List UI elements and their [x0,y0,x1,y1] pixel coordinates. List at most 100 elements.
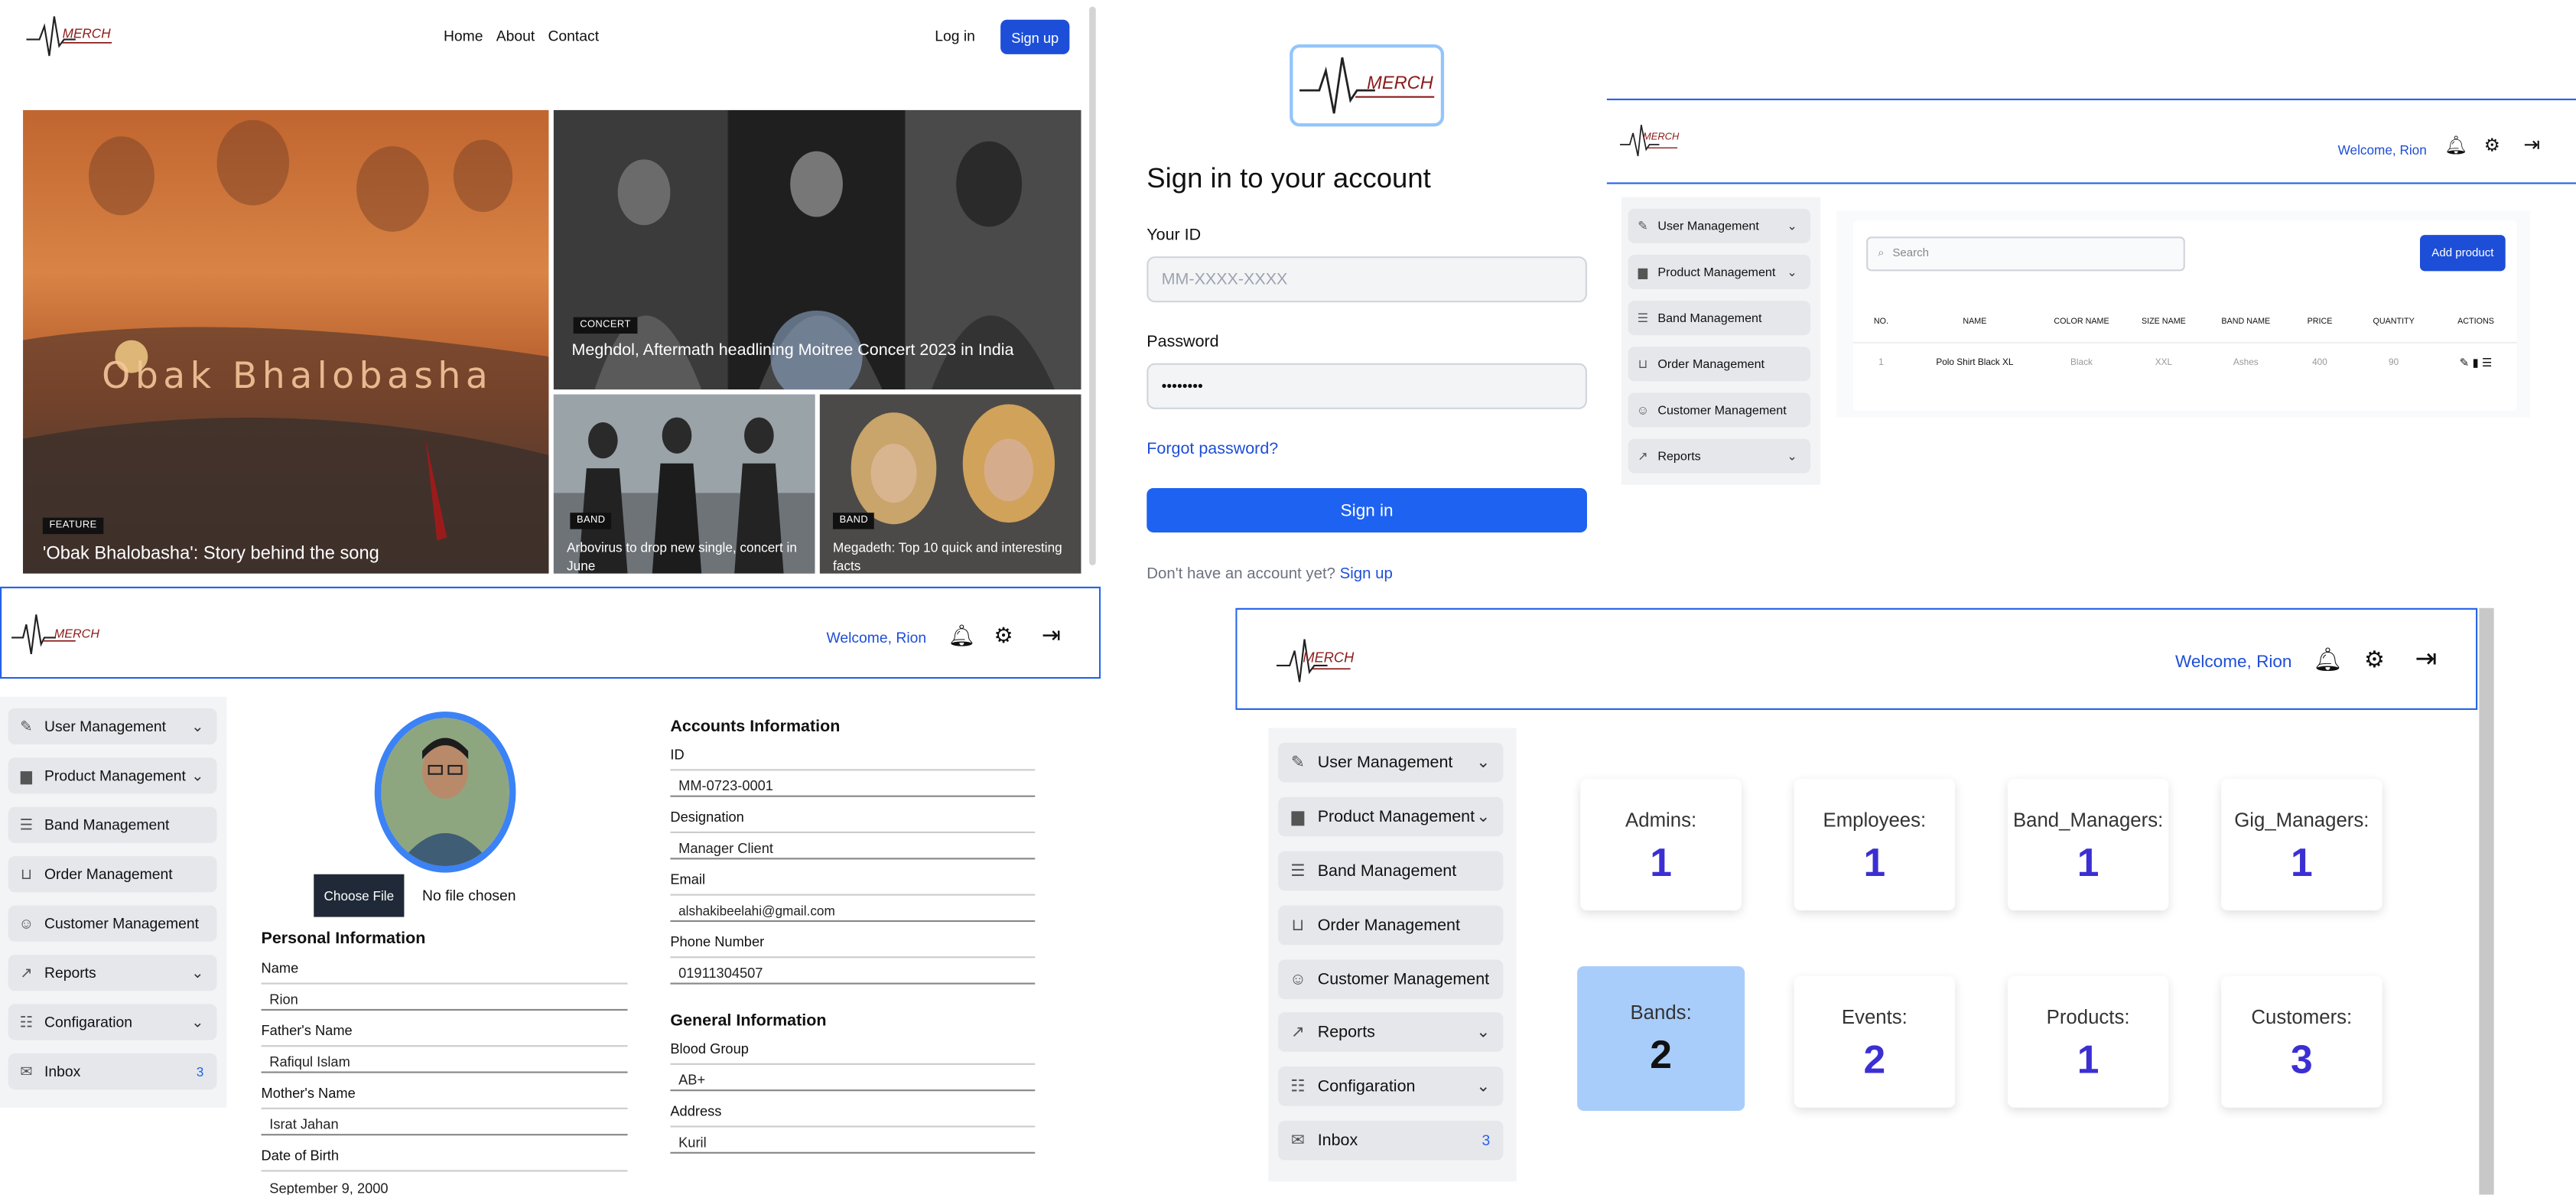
concert-tile[interactable]: CONCERT Meghdol, Aftermath headlining Mo… [553,109,1081,390]
id-input[interactable]: MM-XXXX-XXXX [1147,256,1587,303]
band-tile-arbovirus[interactable]: BAND Arbovirus to drop new single, conce… [553,394,815,574]
phone-field[interactable]: 01911304507 [670,956,1036,985]
user-settings-icon[interactable]: ⚙︎ [994,623,1013,649]
sidebar-item-user-management[interactable]: ✎ User Management ⌄ [1278,742,1504,783]
dashboard-scrollbar[interactable] [2479,607,2494,1195]
signin-button[interactable]: Sign in [1147,487,1587,532]
stat-value: 1 [1863,841,1886,886]
sidebar-item-customer-management[interactable]: ☺ Customer Management [1628,392,1811,428]
sidebar-item-label: Customer Management [1657,402,1787,418]
news-scrollbar[interactable] [1089,6,1096,565]
user-settings-icon[interactable]: ⚙︎ [2484,135,2500,156]
sidebar-item-configaration[interactable]: ☷ Configaration ⌄ [1278,1066,1504,1106]
sidebar-item-label: User Management [1317,753,1453,772]
edit-icon[interactable]: ✎ [2460,359,2470,370]
sidebar-item-configaration[interactable]: ☷ Configaration ⌄ [8,1004,217,1040]
forgot-password-link[interactable]: Forgot password? [1147,441,1278,459]
sidebar-item-order-management[interactable]: ⊔ Order Management [1278,905,1504,946]
sidebar-item-band-management[interactable]: ☰ Band Management [1628,301,1811,336]
concert-tag: CONCERT [573,317,638,334]
table-row[interactable]: 1 Polo Shirt Black XL Black XXL Ashes 40… [1852,341,2517,385]
id-field[interactable]: MM-0723-0001 [670,769,1036,797]
stat-label: Events: [1841,1005,1908,1029]
no-account-text: Don't have an account yet? [1147,565,1335,584]
sidebar-item-reports[interactable]: ↗ Reports ⌄ [1628,438,1811,474]
delete-icon[interactable]: ▮ [2472,359,2478,370]
details-icon[interactable]: ☰ [2482,359,2492,370]
logout-icon[interactable]: ⇥ [2415,643,2438,676]
sidebar: ✎ User Management ⌄ ▆ Product Management ⌄ ☰… [1268,728,1517,1182]
sidebar-item-order-management[interactable]: ⊔ Order Management [8,856,217,893]
product-management-panel: MERCH Welcome, Rion 🔔︎ ⚙︎ ⇥ ✎ User Manage… [1606,92,2576,503]
sidebar-item-customer-management[interactable]: ☺ Customer Management [1278,959,1504,999]
sidebar-item-band-management[interactable]: ☰ Band Management [1278,851,1504,891]
sidebar-item-reports[interactable]: ↗ Reports ⌄ [1278,1012,1504,1052]
no-file-text: No file chosen [422,887,516,904]
concert-caption[interactable]: Meghdol, Aftermath headlining Moitree Co… [572,342,1014,362]
list-icon: ☰ [19,816,34,832]
stat-value: 1 [2077,841,2100,886]
name-field[interactable]: Rion [261,982,628,1011]
sidebar-item-label: Customer Management [1317,970,1490,989]
products-header: MERCH Welcome, Rion 🔔︎ ⚙︎ ⇥ [1606,98,2576,184]
dob-field[interactable]: September 9, 2000 [261,1170,628,1195]
sidebar-item-reports[interactable]: ↗ Reports ⌄ [8,954,217,991]
chevron-down-icon: ⌄ [1476,807,1491,826]
choose-file-button[interactable]: Choose File [314,874,405,917]
nav-home[interactable]: Home [444,28,483,44]
signup-link[interactable]: Sign up [1340,565,1393,584]
sidebar-item-user-management[interactable]: ✎ User Management ⌄ [8,708,217,745]
user-edit-icon: ✎ [20,717,33,734]
notification-bell-icon[interactable]: 🔔︎ [2444,135,2467,156]
band-tile-megadeth[interactable]: BAND Megadeth: Top 10 quick and interest… [819,394,1081,574]
sidebar-item-inbox[interactable]: ✉ Inbox 3 [1278,1120,1504,1161]
megadeth-caption[interactable]: Megadeth: Top 10 quick and interesting f… [833,539,1076,574]
sidebar-item-inbox[interactable]: ✉ Inbox 3 [8,1053,217,1090]
arbovirus-caption[interactable]: Arbovirus to drop new single, concert in… [567,539,810,574]
stat-card-band-managers[interactable]: Band_Managers: 1 [2007,779,2169,910]
sidebar-item-product-management[interactable]: ▆ Product Management ⌄ [1628,254,1811,290]
stat-card-admins[interactable]: Admins: 1 [1580,779,1742,910]
sidebar-item-user-management[interactable]: ✎ User Management ⌄ [1628,208,1811,243]
cell-name: Polo Shirt Black XL [1936,358,2014,369]
stat-card-gig-managers[interactable]: Gig_Managers: 1 [2221,779,2382,910]
stat-value: 1 [2290,841,2313,886]
blood-group-field[interactable]: AB+ [670,1063,1036,1092]
mother-name-field[interactable]: Israt Jahan [261,1107,628,1136]
user-settings-icon[interactable]: ⚙︎ [2364,646,2385,674]
logout-icon[interactable]: ⇥ [2523,133,2540,156]
logo-text: MERCH [1643,132,1680,143]
sidebar-item-band-management[interactable]: ☰ Band Management [8,806,217,843]
sidebar-item-product-management[interactable]: ▆ Product Management ⌄ [1278,796,1504,837]
feature-caption[interactable]: 'Obak Bhalobasha': Story behind the song [43,544,379,564]
users-icon: ☺ [1289,970,1306,989]
father-name-field[interactable]: Rafiqul Islam [261,1045,628,1073]
stat-card-employees[interactable]: Employees: 1 [1794,779,1956,910]
designation-field[interactable]: Manager Client [670,831,1036,860]
notification-bell-icon[interactable]: 🔔︎ [2313,646,2342,674]
stat-card-events[interactable]: Events: 2 [1794,975,1956,1108]
notification-bell-icon[interactable]: 🔔︎ [948,623,974,649]
feature-tag: FEATURE [42,517,104,535]
sidebar-item-order-management[interactable]: ⊔ Order Management [1628,347,1811,382]
nav-about[interactable]: About [496,28,535,44]
stat-card-products[interactable]: Products: 1 [2007,975,2169,1108]
stat-card-bands[interactable]: Bands: 2 [1577,966,1745,1112]
sidebar: ✎ User Management ⌄ ▆ Product Management ⌄ ☰… [1621,197,1820,485]
sidebar: ✎ User Management ⌄ ▆ Product Management ⌄ ☰… [0,696,227,1108]
password-input[interactable]: •••••••• [1147,363,1587,409]
search-input[interactable]: ⌕ Search [1866,236,2185,272]
cart-icon: ⊔ [1291,916,1305,935]
nav-contact[interactable]: Contact [548,28,599,44]
sidebar-item-customer-management[interactable]: ☺ Customer Management [8,905,217,942]
megadeth-tag: BAND [833,513,875,529]
email-field[interactable]: alshakibeelahi@gmail.com [670,894,1036,923]
stat-card-customers[interactable]: Customers: 3 [2221,975,2382,1108]
signup-button[interactable]: Sign up [1000,19,1070,54]
sidebar-item-product-management[interactable]: ▆ Product Management ⌄ [8,757,217,794]
feature-tile[interactable]: Obak Bhalobasha FEATURE 'Obak Bhalobasha… [23,109,549,574]
logout-icon[interactable]: ⇥ [1042,621,1061,650]
add-product-button[interactable]: Add product [2420,235,2506,272]
address-field[interactable]: Kuril [670,1125,1036,1154]
login-link[interactable]: Log in [935,28,975,44]
